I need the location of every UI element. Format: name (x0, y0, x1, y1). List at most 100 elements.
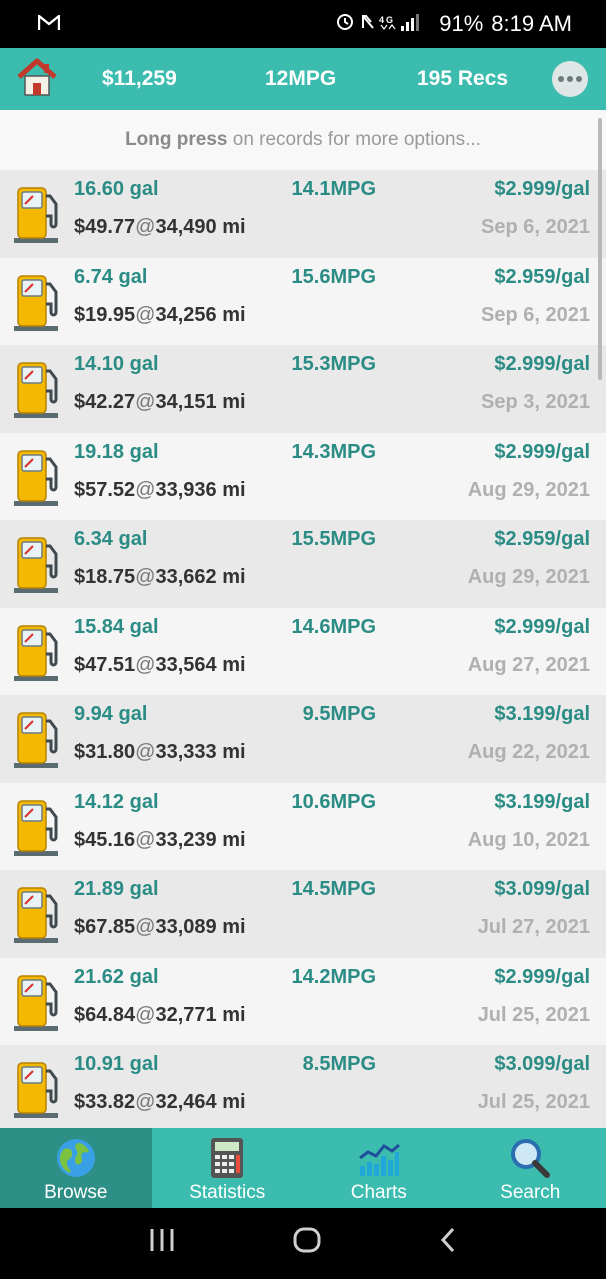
date: Aug 27, 2021 (467, 653, 590, 676)
mpg: 14.3MPG (291, 440, 376, 463)
cost: $18.75 (74, 566, 136, 588)
at-sign: @ (135, 828, 156, 851)
at-sign: @ (135, 653, 156, 676)
odometer: 33,333 mi (155, 741, 246, 763)
magnifier-icon (508, 1136, 552, 1180)
mpg: 15.6MPG (291, 265, 376, 288)
record-row[interactable]: 16.60 gal 14.1MPG $2.999/gal $49.77@34,4… (0, 170, 606, 258)
record-count: 195 Recs (417, 67, 509, 90)
at-sign: @ (135, 303, 156, 326)
record-row[interactable]: 21.62 gal 14.2MPG $2.999/gal $64.84@32,7… (0, 957, 606, 1045)
calculator-icon (205, 1136, 249, 1180)
odometer: 33,239 mi (155, 828, 246, 851)
more-icon (558, 76, 582, 82)
tab-charts[interactable]: Charts (303, 1128, 455, 1208)
gallons: 16.60 gal (74, 178, 159, 200)
date: Aug 22, 2021 (467, 741, 590, 763)
gas-pump-icon (12, 620, 62, 684)
back-icon[interactable] (438, 1226, 458, 1262)
gas-pump-icon (12, 707, 62, 771)
mpg: 9.5MPG (302, 703, 376, 725)
record-row[interactable]: 9.94 gal 9.5MPG $3.199/gal $31.80@33,333… (0, 695, 606, 783)
tab-search-label: Search (500, 1182, 561, 1203)
price-per-gallon: $2.999/gal (494, 353, 590, 375)
gas-pump-icon (12, 357, 62, 421)
cost: $64.84 (74, 1003, 136, 1026)
at-sign: @ (135, 216, 156, 238)
mpg: 14.2MPG (291, 965, 376, 988)
home-system-icon[interactable] (292, 1226, 322, 1262)
tab-charts-label: Charts (350, 1182, 407, 1203)
price-per-gallon: $3.099/gal (494, 1053, 590, 1075)
tab-statistics-label: Statistics (189, 1182, 266, 1203)
date: Aug 10, 2021 (467, 828, 590, 851)
gallons: 15.84 gal (74, 615, 159, 638)
more-options-button[interactable] (552, 61, 588, 97)
cost-odometer: $19.95@34,256 mi (74, 304, 246, 327)
cost-odometer: $67.85@33,089 mi (74, 916, 246, 939)
odometer: 33,089 mi (155, 916, 246, 938)
record-row[interactable]: 6.74 gal 15.6MPG $2.959/gal $19.95@34,25… (0, 257, 606, 345)
tab-browse-label: Browse (44, 1182, 108, 1203)
odometer: 34,151 mi (155, 391, 246, 413)
record-row[interactable]: 10.91 gal 8.5MPG $3.099/gal $33.82@32,46… (0, 1045, 606, 1128)
price-per-gallon: $2.959/gal (494, 528, 590, 550)
record-row[interactable]: 21.89 gal 14.5MPG $3.099/gal $67.85@33,0… (0, 870, 606, 958)
hint-rest: on records for more options... (227, 129, 481, 150)
record-row[interactable]: 15.84 gal 14.6MPG $2.999/gal $47.51@33,5… (0, 607, 606, 695)
price-per-gallon: $2.999/gal (494, 965, 590, 988)
system-nav-bar (0, 1208, 606, 1279)
cost: $49.77 (74, 216, 136, 238)
odometer: 34,256 mi (155, 303, 246, 326)
gmail-icon (37, 11, 61, 37)
cost-odometer: $49.77@34,490 mi (74, 216, 246, 239)
records-list[interactable]: Long press on records for more options..… (0, 110, 606, 1128)
mpg: 14.6MPG (291, 615, 376, 638)
at-sign: @ (135, 478, 156, 501)
gas-pump-icon (12, 182, 62, 246)
date: Jul 25, 2021 (477, 1091, 590, 1113)
record-row[interactable]: 6.34 gal 15.5MPG $2.959/gal $18.75@33,66… (0, 520, 606, 608)
cost-odometer: $57.52@33,936 mi (74, 479, 246, 502)
tab-statistics[interactable]: Statistics (152, 1128, 304, 1208)
record-row[interactable]: 14.12 gal 10.6MPG $3.199/gal $45.16@33,2… (0, 782, 606, 870)
recent-apps-icon[interactable] (148, 1227, 176, 1261)
house-icon (16, 57, 58, 102)
gallons: 14.12 gal (74, 790, 159, 813)
scrollbar[interactable] (598, 118, 602, 380)
mpg: 14.5MPG (291, 878, 376, 900)
record-row[interactable]: 19.18 gal 14.3MPG $2.999/gal $57.52@33,9… (0, 432, 606, 520)
cost: $47.51 (74, 653, 136, 676)
gas-pump-icon (12, 970, 62, 1034)
clock: 8:19 AM (491, 11, 572, 36)
at-sign: @ (135, 391, 156, 413)
gallons: 6.74 gal (74, 265, 148, 288)
tab-browse[interactable]: Browse (0, 1128, 152, 1208)
tab-search[interactable]: Search (455, 1128, 606, 1208)
date: Sep 6, 2021 (481, 216, 590, 238)
price-per-gallon: $2.959/gal (494, 265, 590, 288)
date: Sep 6, 2021 (481, 303, 590, 326)
battery-level: 91% (439, 11, 484, 36)
gallons: 10.91 gal (74, 1053, 159, 1075)
mpg: 10.6MPG (291, 790, 376, 813)
total-cost: $11,259 (102, 67, 177, 90)
hint-text: Long press on records for more options..… (0, 110, 606, 170)
cost: $31.80 (74, 741, 136, 763)
gallons: 9.94 gal (74, 703, 148, 725)
cost-odometer: $47.51@33,564 mi (74, 654, 246, 677)
price-per-gallon: $3.099/gal (494, 878, 590, 900)
mpg: 15.5MPG (291, 528, 376, 550)
gas-pump-icon (12, 795, 62, 859)
home-button[interactable] (0, 48, 74, 110)
cost: $19.95 (74, 303, 136, 326)
cost-odometer: $45.16@33,239 mi (74, 829, 246, 852)
records-container: 16.60 gal 14.1MPG $2.999/gal $49.77@34,4… (0, 170, 606, 1128)
cost-odometer: $64.84@32,771 mi (74, 1004, 246, 1027)
at-sign: @ (135, 916, 156, 938)
record-row[interactable]: 14.10 gal 15.3MPG $2.999/gal $42.27@34,1… (0, 345, 606, 433)
date: Sep 3, 2021 (481, 391, 590, 413)
status-bar: 4G 91% 8:19 AM (0, 0, 606, 48)
chart-icon (357, 1136, 401, 1180)
cost: $67.85 (74, 916, 136, 938)
